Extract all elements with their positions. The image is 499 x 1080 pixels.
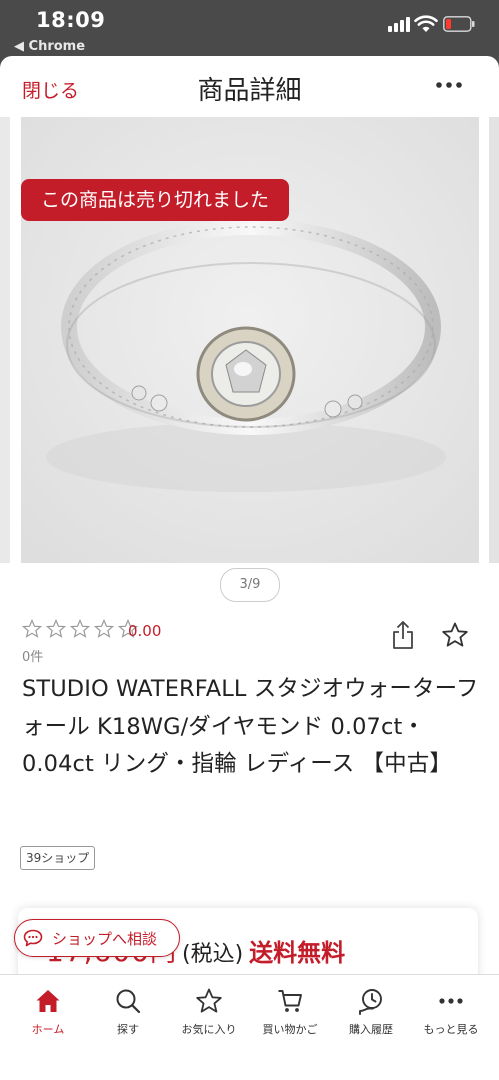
contact-shop-button[interactable]: ショップへ相談	[14, 919, 180, 957]
product-detail-sheet: 閉じる 商品詳細 この商品は売り切れました 3/9 0.00 0件 STUDIO…	[0, 56, 499, 1080]
shop-tag-badge: 39ショップ	[20, 846, 96, 870]
previous-image-peek[interactable]	[0, 117, 10, 563]
star-icon	[196, 988, 222, 1013]
tab-home-label: ホーム	[31, 1023, 65, 1036]
back-to-app-link[interactable]: ◀ Chrome	[14, 39, 85, 54]
image-pager: 3/9	[220, 568, 280, 602]
more-options-icon[interactable]	[434, 78, 464, 92]
contact-shop-label: ショップへ相談	[52, 930, 158, 948]
home-icon	[36, 990, 60, 1012]
more-icon	[439, 998, 463, 1004]
tab-history[interactable]: 購入履歴	[331, 975, 411, 1045]
tab-history-label: 購入履歴	[349, 1023, 393, 1036]
history-icon	[359, 989, 382, 1015]
free-shipping-label: 送料無料	[249, 939, 346, 967]
share-icon[interactable]	[391, 620, 415, 650]
review-count: 0件	[22, 650, 44, 665]
search-icon	[116, 989, 141, 1014]
empty-star-icon	[70, 619, 91, 638]
wifi-icon	[414, 15, 438, 32]
tab-search-label: 探す	[117, 1023, 139, 1036]
tab-favorites-label: お気に入り	[181, 1023, 237, 1036]
rating-stars[interactable]	[22, 619, 139, 643]
battery-low-icon	[443, 16, 475, 32]
bottom-tab-bar: ホーム 探す お気に入り 買い物かご 購入履歴 もっと見る	[0, 974, 499, 1080]
cellular-signal-icon	[388, 17, 410, 32]
page-title: 商品詳細	[197, 76, 302, 106]
tab-more[interactable]: もっと見る	[411, 975, 491, 1045]
tab-favorites[interactable]: お気に入り	[169, 975, 249, 1045]
tab-cart-label: 買い物かご	[262, 1023, 318, 1036]
tab-more-label: もっと見る	[423, 1023, 479, 1036]
empty-star-icon	[46, 619, 67, 638]
chat-bubble-icon	[23, 929, 43, 947]
header-bar: 閉じる 商品詳細	[0, 56, 499, 118]
product-title: STUDIO WATERFALL スタジオウォーターフォール K18WG/ダイヤ…	[22, 676, 479, 777]
tab-home[interactable]: ホーム	[8, 975, 88, 1045]
sold-out-badge: この商品は売り切れました	[21, 179, 289, 221]
empty-star-icon	[94, 619, 115, 638]
favorite-star-icon[interactable]	[441, 621, 469, 649]
tab-search[interactable]: 探す	[88, 975, 168, 1045]
rating-value[interactable]: 0.00	[128, 622, 161, 640]
cart-icon	[278, 990, 302, 1012]
image-carousel[interactable]: この商品は売り切れました	[0, 117, 499, 565]
status-time: 18:09	[36, 8, 106, 32]
next-image-peek[interactable]	[489, 117, 499, 563]
tax-included-label: (税込)	[182, 942, 244, 967]
tab-cart[interactable]: 買い物かご	[250, 975, 330, 1045]
status-bar: 18:09 ◀ Chrome	[0, 0, 499, 56]
empty-star-icon	[22, 619, 42, 638]
